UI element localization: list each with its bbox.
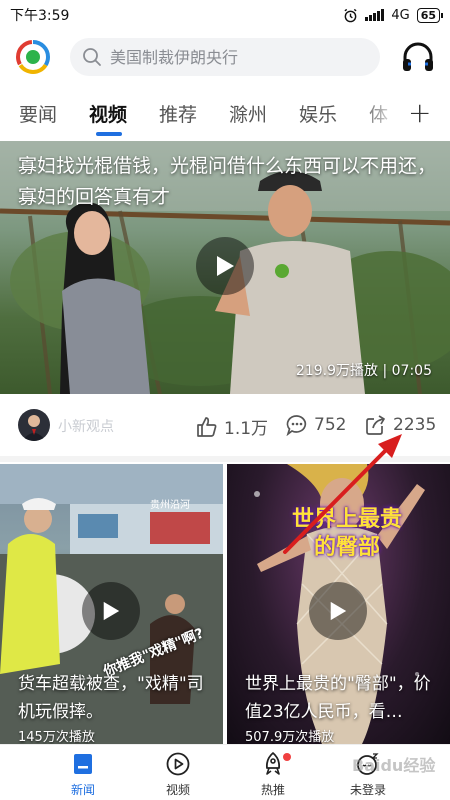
notification-dot — [283, 753, 291, 761]
main-video-duration: 07:05 — [391, 363, 432, 379]
section-divider — [0, 456, 450, 462]
share-icon — [366, 415, 385, 435]
nav-news-label: 新闻 — [70, 783, 95, 797]
nav-video-label: 视频 — [165, 783, 190, 797]
baidu-watermark: Baidu经验 — [352, 756, 436, 775]
video-play-icon — [166, 752, 190, 776]
nav-login-label: 未登录 — [349, 783, 386, 797]
news-icon — [74, 754, 92, 774]
nav-hot[interactable]: 热推 — [243, 751, 303, 798]
screen: 下午3:59 4G 65 美国制裁伊朗央行 要闻 视频 推荐 滁州 娱乐 + 寡… — [0, 0, 450, 800]
share-count: 2235 — [393, 415, 437, 435]
app-header — [0, 34, 450, 80]
channel-tabs: 要闻 视频 推荐 滁州 娱乐 体 + — [0, 92, 450, 136]
card-play-button[interactable] — [309, 582, 367, 640]
main-play-button[interactable] — [196, 237, 254, 295]
tab-chuzhou[interactable]: 滁州 — [229, 100, 267, 127]
alarm-icon — [344, 8, 357, 22]
play-icon — [217, 256, 234, 276]
play-icon — [103, 601, 120, 621]
nav-hot-label: 热推 — [260, 783, 285, 797]
card-title: 货车超载被查，"戏精"司机玩假摔。 — [18, 674, 204, 722]
signal-icon — [365, 9, 385, 21]
battery-icon: 65 — [416, 7, 444, 23]
tab-fade — [360, 92, 400, 136]
headphones-icon[interactable] — [400, 40, 436, 74]
tab-video[interactable]: 视频 — [89, 100, 127, 127]
like-button[interactable]: 1.1万 — [196, 414, 268, 439]
tab-recommend[interactable]: 推荐 — [159, 100, 197, 127]
share-button[interactable]: 2235 — [365, 414, 436, 436]
comment-button[interactable]: 752 — [286, 414, 346, 436]
card-location-tag: 贵州沿河 — [150, 500, 190, 511]
card-headline-overlay: 世界上最贵的臀部 — [291, 507, 402, 560]
active-tab-indicator — [96, 132, 122, 136]
author-name[interactable]: 小新观点 — [58, 416, 114, 436]
thumbs-up-icon — [197, 416, 217, 437]
card-views: 507.9万次播放 — [245, 730, 335, 744]
meta-separator: | — [382, 363, 392, 379]
rocket-icon — [265, 752, 281, 775]
card-title: 世界上最贵的"臀部"，价值23亿人民币，看… — [245, 674, 431, 722]
tab-headlines[interactable]: 要闻 — [19, 100, 57, 127]
author-avatar[interactable] — [18, 409, 50, 441]
main-video-player[interactable]: 寡妇找光棍借钱，光棍问借什么东西可以不用还，寡妇的回答真有才 219.9万播放 … — [0, 141, 450, 394]
tencent-news-logo-icon[interactable] — [16, 40, 50, 74]
video-card[interactable]: 世界上最贵的臀部 世界上最贵的"臀部"，价值23亿人民币，看… 507.9万次播… — [227, 464, 450, 744]
main-video-meta: 219.9万播放 | 07:05 — [296, 360, 432, 380]
nav-video[interactable]: 视频 — [148, 751, 208, 798]
like-count: 1.1万 — [224, 419, 269, 439]
search-bar[interactable] — [70, 38, 380, 76]
search-input[interactable] — [110, 47, 370, 67]
main-video-views: 219.9万播放 — [295, 363, 379, 379]
nav-news[interactable]: 新闻 — [53, 751, 113, 798]
main-video-title: 寡妇找光棍借钱，光棍问借什么东西可以不用还，寡妇的回答真有才 — [18, 155, 437, 208]
network-type: 4G — [391, 7, 410, 23]
search-icon — [83, 48, 101, 66]
avatar-image — [22, 415, 46, 441]
status-icons: 4G 65 — [343, 7, 444, 23]
status-bar: 下午3:59 4G 65 — [0, 0, 450, 30]
card-play-button[interactable] — [82, 582, 140, 640]
tab-entertainment[interactable]: 娱乐 — [299, 100, 337, 127]
card-views: 145万次播放 — [18, 730, 95, 744]
video-action-bar: 小新观点 1.1万 752 2235 — [0, 400, 450, 452]
comment-count: 752 — [314, 415, 347, 435]
status-time: 下午3:59 — [10, 8, 70, 24]
play-icon — [330, 601, 347, 621]
add-channel-icon[interactable]: + — [408, 96, 431, 129]
comment-icon — [286, 415, 307, 436]
video-card[interactable]: 贵州沿河 你推我"戏精"啊? 货车超载被查，"戏精"司机玩假摔。 145万次播放 — [0, 464, 223, 744]
